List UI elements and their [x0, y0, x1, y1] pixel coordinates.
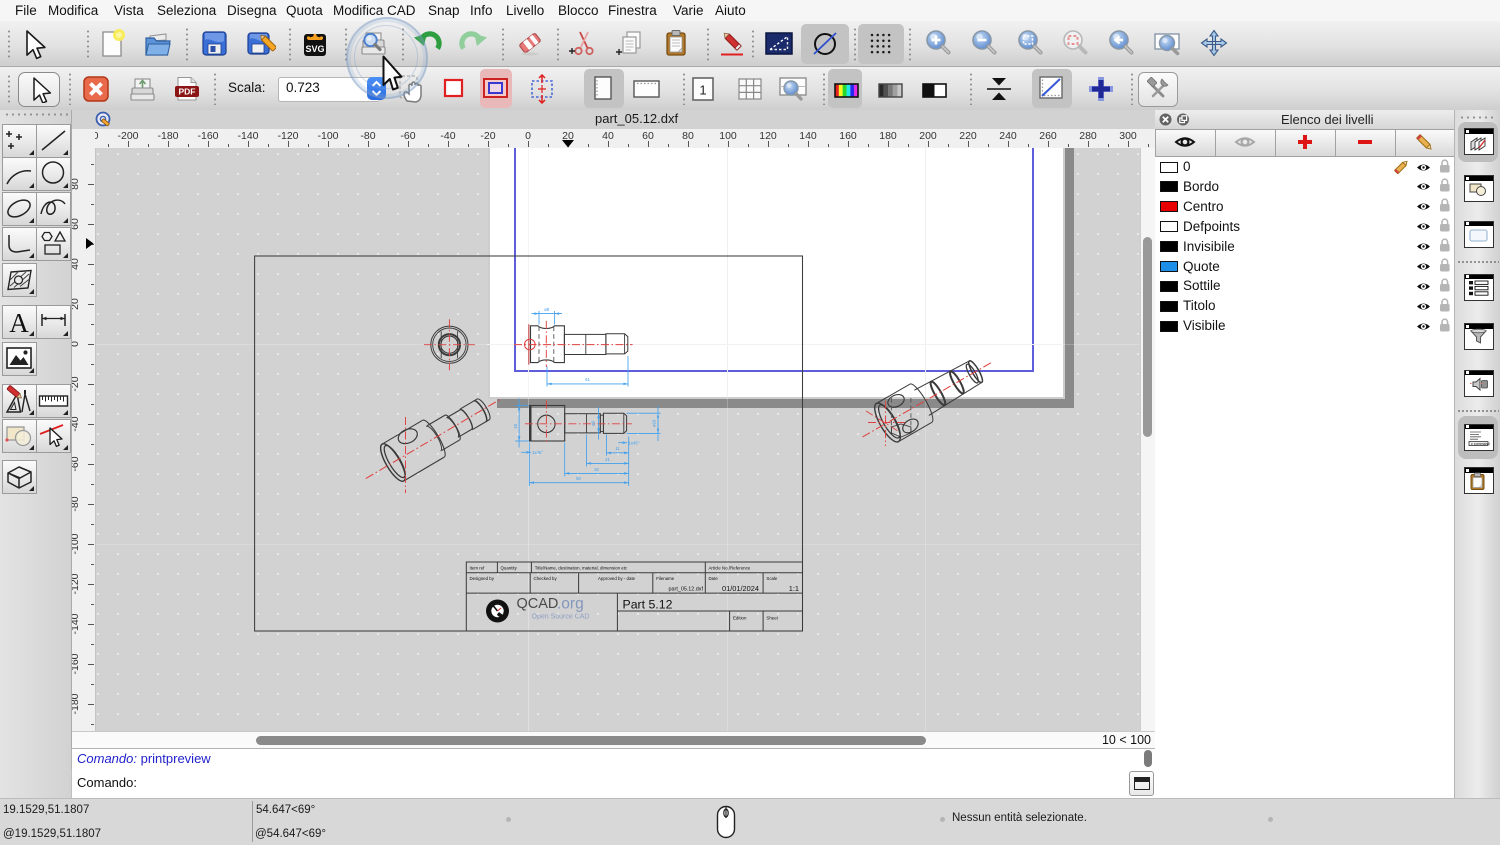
svg-text:Edition: Edition — [733, 616, 747, 621]
svg-text:1x45°: 1x45° — [532, 450, 543, 455]
svg-text:SVG: SVG — [305, 44, 324, 54]
svg-text:21: 21 — [605, 457, 610, 462]
svg-text:18: 18 — [513, 424, 518, 429]
svg-text:50: 50 — [576, 476, 581, 481]
svg-text:part_05.12.dxf: part_05.12.dxf — [669, 587, 704, 593]
svg-text:Approved by - date: Approved by - date — [598, 576, 636, 581]
svg-text:ø8: ø8 — [544, 307, 550, 312]
svg-text:QCAD: QCAD — [517, 596, 559, 612]
svg-text:Item ref: Item ref — [470, 565, 486, 570]
svg-text:Article No./Reference: Article No./Reference — [709, 565, 751, 570]
svg-text:Designed by: Designed by — [470, 576, 495, 581]
svg-text:Quantity: Quantity — [501, 565, 518, 570]
svg-text:PDF: PDF — [179, 87, 196, 97]
svg-text:.org: .org — [557, 596, 584, 613]
svg-text:Part 5.12: Part 5.12 — [623, 598, 673, 612]
svg-text:Date: Date — [709, 576, 719, 581]
svg-text:Sheet: Sheet — [766, 616, 778, 621]
svg-text:ø10: ø10 — [651, 419, 656, 427]
svg-text:1: 1 — [699, 83, 706, 98]
svg-text:ø9: ø9 — [591, 420, 596, 426]
svg-text:11: 11 — [615, 446, 620, 451]
svg-text:61: 61 — [585, 377, 590, 382]
svg-text:A: A — [9, 308, 29, 338]
svg-text:Open Source CAD: Open Source CAD — [532, 614, 590, 621]
svg-text:c command: c command — [1471, 441, 1490, 445]
svg-text:Scale: Scale — [766, 576, 778, 581]
svg-text:01/01/2024: 01/01/2024 — [722, 584, 759, 593]
svg-text:Title/Name, destination, mater: Title/Name, destination, material, dimen… — [535, 565, 628, 570]
svg-text:1x45°: 1x45° — [629, 441, 640, 446]
svg-text:1:1: 1:1 — [789, 584, 799, 593]
svg-text:32: 32 — [594, 467, 599, 472]
svg-text:Checked by: Checked by — [534, 576, 558, 581]
svg-text:Filename: Filename — [656, 576, 675, 581]
